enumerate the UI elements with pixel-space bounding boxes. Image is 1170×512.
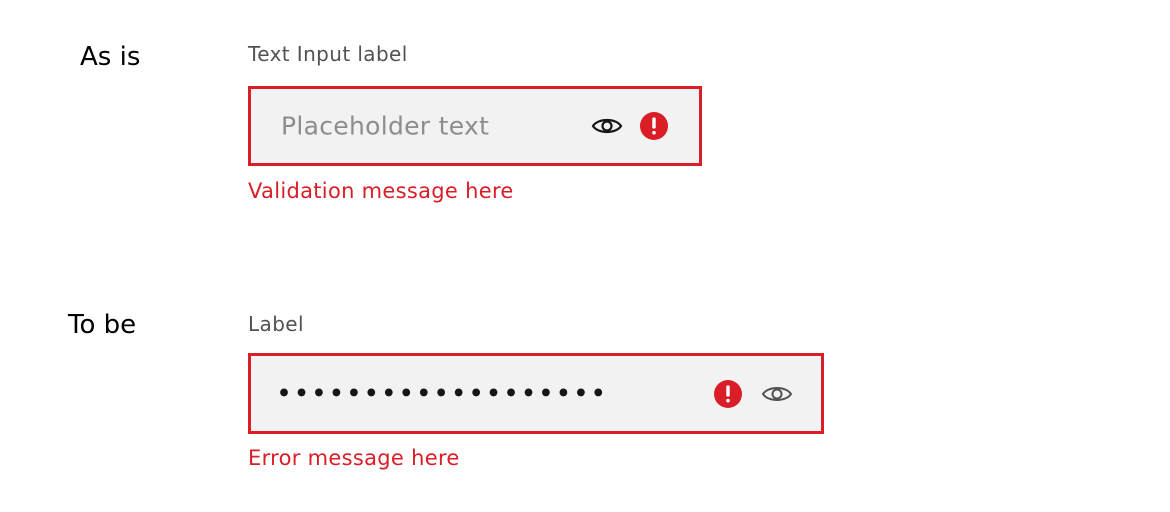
warning-filled-icon — [714, 379, 742, 408]
masked-password-value: ••••••••••••••••••• — [277, 381, 609, 406]
to-be-field-label: Label — [248, 312, 304, 336]
eye-icon[interactable] — [761, 382, 793, 406]
to-be-error-message: Error message here — [248, 446, 460, 470]
warning-filled-icon — [640, 112, 668, 140]
to-be-password-input[interactable]: ••••••••••••••••••• — [248, 353, 824, 434]
as-is-section-title: As is — [80, 42, 141, 72]
eye-icon[interactable] — [591, 114, 623, 138]
as-is-text-input[interactable]: Placeholder text — [248, 86, 702, 166]
to-be-section-title: To be — [68, 310, 137, 340]
as-is-validation-message: Validation message here — [248, 179, 514, 203]
as-is-placeholder: Placeholder text — [281, 111, 490, 141]
as-is-field-label: Text Input label — [248, 42, 408, 66]
